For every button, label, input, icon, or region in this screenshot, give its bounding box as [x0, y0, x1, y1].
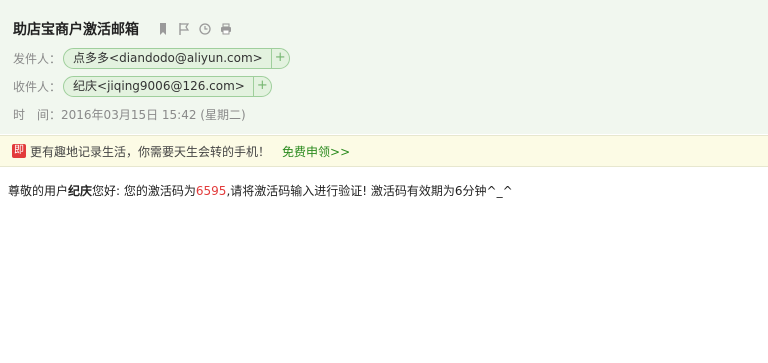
greeting-prefix: 尊敬的用户 [8, 184, 69, 198]
add-recipient-button[interactable]: + [252, 76, 271, 96]
greeting-suffix: 您好: 您的激活码为 [92, 184, 196, 198]
from-label: 发件人： [13, 51, 62, 66]
to-label: 收件人： [13, 79, 62, 94]
mail-body: 尊敬的用户纪庆您好: 您的激活码为6595,请将激活码输入进行验证! 激活码有效… [8, 182, 513, 199]
recipient-address[interactable]: 纪庆<jiqing9006@126.com> [64, 77, 253, 96]
from-row: 发件人： 点多多<diandodo@aliyun.com> + [13, 47, 290, 69]
bookmark-icon[interactable] [157, 22, 169, 36]
to-row: 收件人： 纪庆<jiqing9006@126.com> + [13, 75, 272, 97]
sender-chip[interactable]: 点多多<diandodo@aliyun.com> + [63, 47, 290, 69]
body-rest: ,请将激活码输入进行验证! 激活码有效期为6分钟^_^ [226, 184, 513, 198]
recipient-chip[interactable]: 纪庆<jiqing9006@126.com> + [63, 75, 272, 97]
mail-subject: 助店宝商户激活邮箱 [13, 22, 139, 38]
promo-badge-icon: 即 [12, 144, 26, 158]
mail-toolbar [157, 22, 232, 36]
mail-header: 助店宝商户激活邮箱 发件人： 点多多<diandodo@aliyun.com> … [0, 0, 768, 134]
promo-banner: 即 更有趣地记录生活，你需要天生会转的手机！ 免费申领>> [0, 135, 768, 167]
subject-row: 助店宝商户激活邮箱 [13, 18, 232, 40]
sender-address[interactable]: 点多多<diandodo@aliyun.com> [64, 49, 271, 68]
user-name: 纪庆 [68, 184, 93, 198]
flag-icon[interactable] [178, 22, 190, 36]
clock-icon[interactable] [199, 22, 211, 36]
time-value: 2016年03月15日 15:42 (星期二) [61, 107, 246, 122]
print-icon[interactable] [220, 22, 232, 36]
time-row: 时 间： 2016年03月15日 15:42 (星期二) [13, 103, 246, 125]
time-label: 时 间： [13, 107, 62, 122]
promo-text: 更有趣地记录生活，你需要天生会转的手机！ [30, 144, 271, 159]
activation-code: 6595 [195, 184, 227, 198]
add-sender-button[interactable]: + [270, 48, 289, 68]
promo-link[interactable]: 免费申领>> [282, 143, 350, 160]
